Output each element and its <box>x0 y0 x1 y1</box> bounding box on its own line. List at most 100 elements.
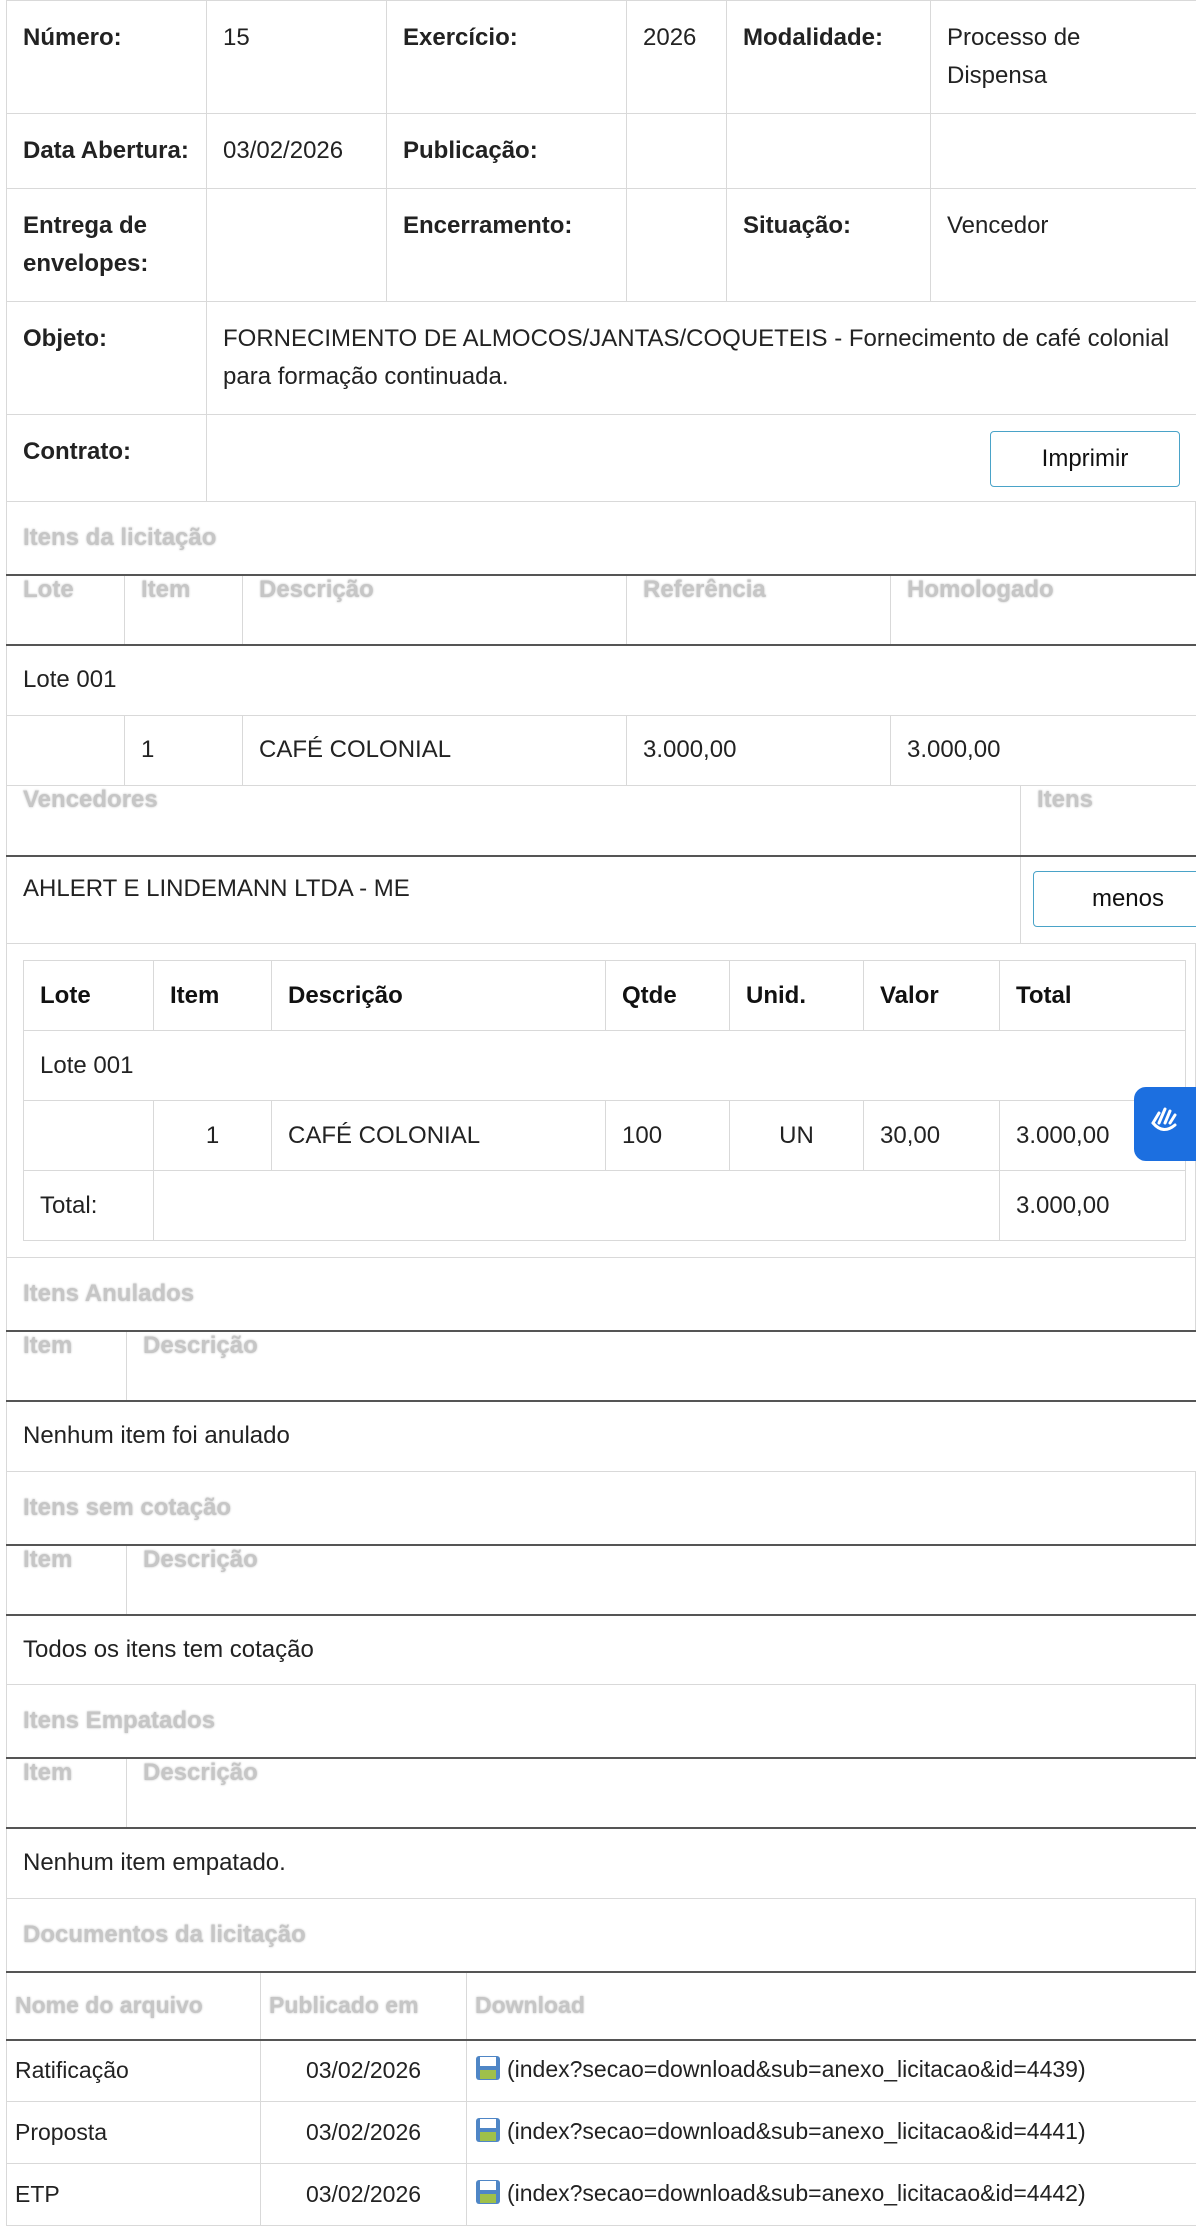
contrato-cell: Imprimir <box>207 415 1196 502</box>
modalidade-label: Modalidade: <box>727 1 931 114</box>
itens-title: Itens <box>1021 786 1196 856</box>
itens-licitacao-table: Lote Item Descrição Referência Homologad… <box>6 574 1196 786</box>
anulados-message: Nenhum item foi anulado <box>7 1401 1196 1471</box>
data-abertura-label: Data Abertura: <box>7 114 207 189</box>
cell-unid: UN <box>730 1101 864 1171</box>
lote-row: Lote 001 <box>7 645 1196 715</box>
col-referencia: Referência <box>627 575 891 645</box>
table-row: 1 CAFÉ COLONIAL 3.000,00 3.000,00 <box>7 715 1196 785</box>
doc-nome: Ratificação <box>7 2040 261 2102</box>
vencedor-name: AHLERT E LINDEMANN LTDA - ME <box>7 856 1021 944</box>
col-descricao: Descrição <box>127 1331 1196 1401</box>
empatados-table: Item Descrição Nenhum item empatado. <box>6 1757 1196 1899</box>
cell-lote <box>7 715 125 785</box>
cell-descricao: CAFÉ COLONIAL <box>243 715 627 785</box>
col-item: Item <box>7 1331 127 1401</box>
download-link[interactable]: (index?secao=download&sub=anexo_licitaca… <box>507 2056 1086 2082</box>
cell-referencia: 3.000,00 <box>627 715 891 785</box>
col-descricao: Descrição <box>127 1545 1196 1615</box>
numero-label: Número: <box>7 1 207 114</box>
doc-nome: ETP <box>7 2164 261 2226</box>
anulados-title: Itens Anulados <box>6 1258 1196 1330</box>
col-descricao: Descrição <box>243 575 627 645</box>
col-valor: Valor <box>864 961 1000 1031</box>
doc-download: (index?secao=download&sub=anexo_licitaca… <box>467 2102 1196 2164</box>
floppy-disk-icon[interactable] <box>475 2055 501 2087</box>
download-link[interactable]: (index?secao=download&sub=anexo_licitaca… <box>507 2180 1086 2206</box>
col-nome-arquivo: Nome do arquivo <box>7 1972 261 2040</box>
col-lote: Lote <box>7 575 125 645</box>
numero-value: 15 <box>207 1 387 114</box>
floppy-disk-icon[interactable] <box>475 2179 501 2211</box>
doc-download: (index?secao=download&sub=anexo_licitaca… <box>467 2040 1196 2102</box>
col-item: Item <box>125 575 243 645</box>
contrato-label: Contrato: <box>7 415 207 502</box>
menos-button[interactable]: menos <box>1033 871 1196 927</box>
cell-item: 1 <box>154 1101 272 1171</box>
entrega-value <box>207 189 387 302</box>
cell-homologado: 3.000,00 <box>891 715 1196 785</box>
vencedor-itens-panel: Lote Item Descrição Qtde Unid. Valor Tot… <box>6 944 1196 1258</box>
empty-cell <box>727 114 931 189</box>
objeto-label: Objeto: <box>7 302 207 415</box>
modalidade-value: Processo de Dispensa <box>931 1 1196 114</box>
doc-data: 03/02/2026 <box>261 2164 467 2226</box>
total-value: 3.000,00 <box>1000 1171 1186 1241</box>
doc-data: 03/02/2026 <box>261 2040 467 2102</box>
sem-cotacao-table: Item Descrição Todos os itens tem cotaçã… <box>6 1544 1196 1686</box>
cell-lote <box>24 1101 154 1171</box>
cell-descricao: CAFÉ COLONIAL <box>272 1101 606 1171</box>
cell-qtde: 100 <box>606 1101 730 1171</box>
col-descricao: Descrição <box>272 961 606 1031</box>
col-lote: Lote <box>24 961 154 1031</box>
exercicio-label: Exercício: <box>387 1 627 114</box>
sem-cotacao-message: Todos os itens tem cotação <box>7 1615 1196 1685</box>
lote-row: Lote 001 <box>24 1031 1186 1101</box>
cell-item: 1 <box>125 715 243 785</box>
documentos-title: Documentos da licitação <box>6 1899 1196 1971</box>
cell-valor: 30,00 <box>864 1101 1000 1171</box>
col-item: Item <box>154 961 272 1031</box>
doc-download: (index?secao=download&sub=anexo_licitaca… <box>467 2164 1196 2226</box>
sem-cotacao-title: Itens sem cotação <box>6 1472 1196 1544</box>
vencedores-table: Vencedores Itens AHLERT E LINDEMANN LTDA… <box>6 786 1196 945</box>
empty-cell <box>931 114 1196 189</box>
col-unid: Unid. <box>730 961 864 1031</box>
accessibility-button[interactable] <box>1134 1087 1196 1161</box>
col-qtde: Qtde <box>606 961 730 1031</box>
empatados-message: Nenhum item empatado. <box>7 1828 1196 1898</box>
situacao-label: Situação: <box>727 189 931 302</box>
col-item: Item <box>7 1545 127 1615</box>
table-row: ETP 03/02/2026 (index?secao=download&sub… <box>7 2164 1196 2226</box>
download-link[interactable]: (index?secao=download&sub=anexo_licitaca… <box>507 2118 1086 2144</box>
licitacao-info-table: Número: 15 Exercício: 2026 Modalidade: P… <box>6 0 1196 502</box>
col-homologado: Homologado <box>891 575 1196 645</box>
floppy-disk-icon[interactable] <box>475 2117 501 2149</box>
vencedores-title: Vencedores <box>7 786 1021 856</box>
anulados-table: Item Descrição Nenhum item foi anulado <box>6 1330 1196 1472</box>
table-row: Ratificação 03/02/2026 (index?secao=down… <box>7 2040 1196 2102</box>
situacao-value: Vencedor <box>931 189 1196 302</box>
total-label: Total: <box>24 1171 154 1241</box>
sign-language-icon <box>1145 1101 1185 1148</box>
col-publicado-em: Publicado em <box>261 1972 467 2040</box>
col-total: Total <box>1000 961 1186 1031</box>
objeto-value: FORNECIMENTO DE ALMOCOS/JANTAS/COQUETEIS… <box>207 302 1196 415</box>
doc-nome: Proposta <box>7 2102 261 2164</box>
empatados-title: Itens Empatados <box>6 1685 1196 1757</box>
entrega-label: Entrega de envelopes: <box>7 189 207 302</box>
page: Número: 15 Exercício: 2026 Modalidade: P… <box>6 0 1196 2226</box>
imprimir-button[interactable]: Imprimir <box>990 431 1180 487</box>
col-download: Download <box>467 1972 1196 2040</box>
publicacao-value <box>627 114 727 189</box>
encerramento-label: Encerramento: <box>387 189 627 302</box>
vencedor-itens-cell: menos <box>1021 856 1196 944</box>
vencedor-itens-table: Lote Item Descrição Qtde Unid. Valor Tot… <box>23 960 1186 1241</box>
empty-cell <box>154 1171 1000 1241</box>
itens-licitacao-title: Itens da licitação <box>6 502 1196 574</box>
table-row: Proposta 03/02/2026 (index?secao=downloa… <box>7 2102 1196 2164</box>
col-descricao: Descrição <box>127 1758 1196 1828</box>
documentos-table: Nome do arquivo Publicado em Download Ra… <box>6 1971 1196 2226</box>
table-row: 1 CAFÉ COLONIAL 100 UN 30,00 3.000,00 <box>24 1101 1186 1171</box>
publicacao-label: Publicação: <box>387 114 627 189</box>
